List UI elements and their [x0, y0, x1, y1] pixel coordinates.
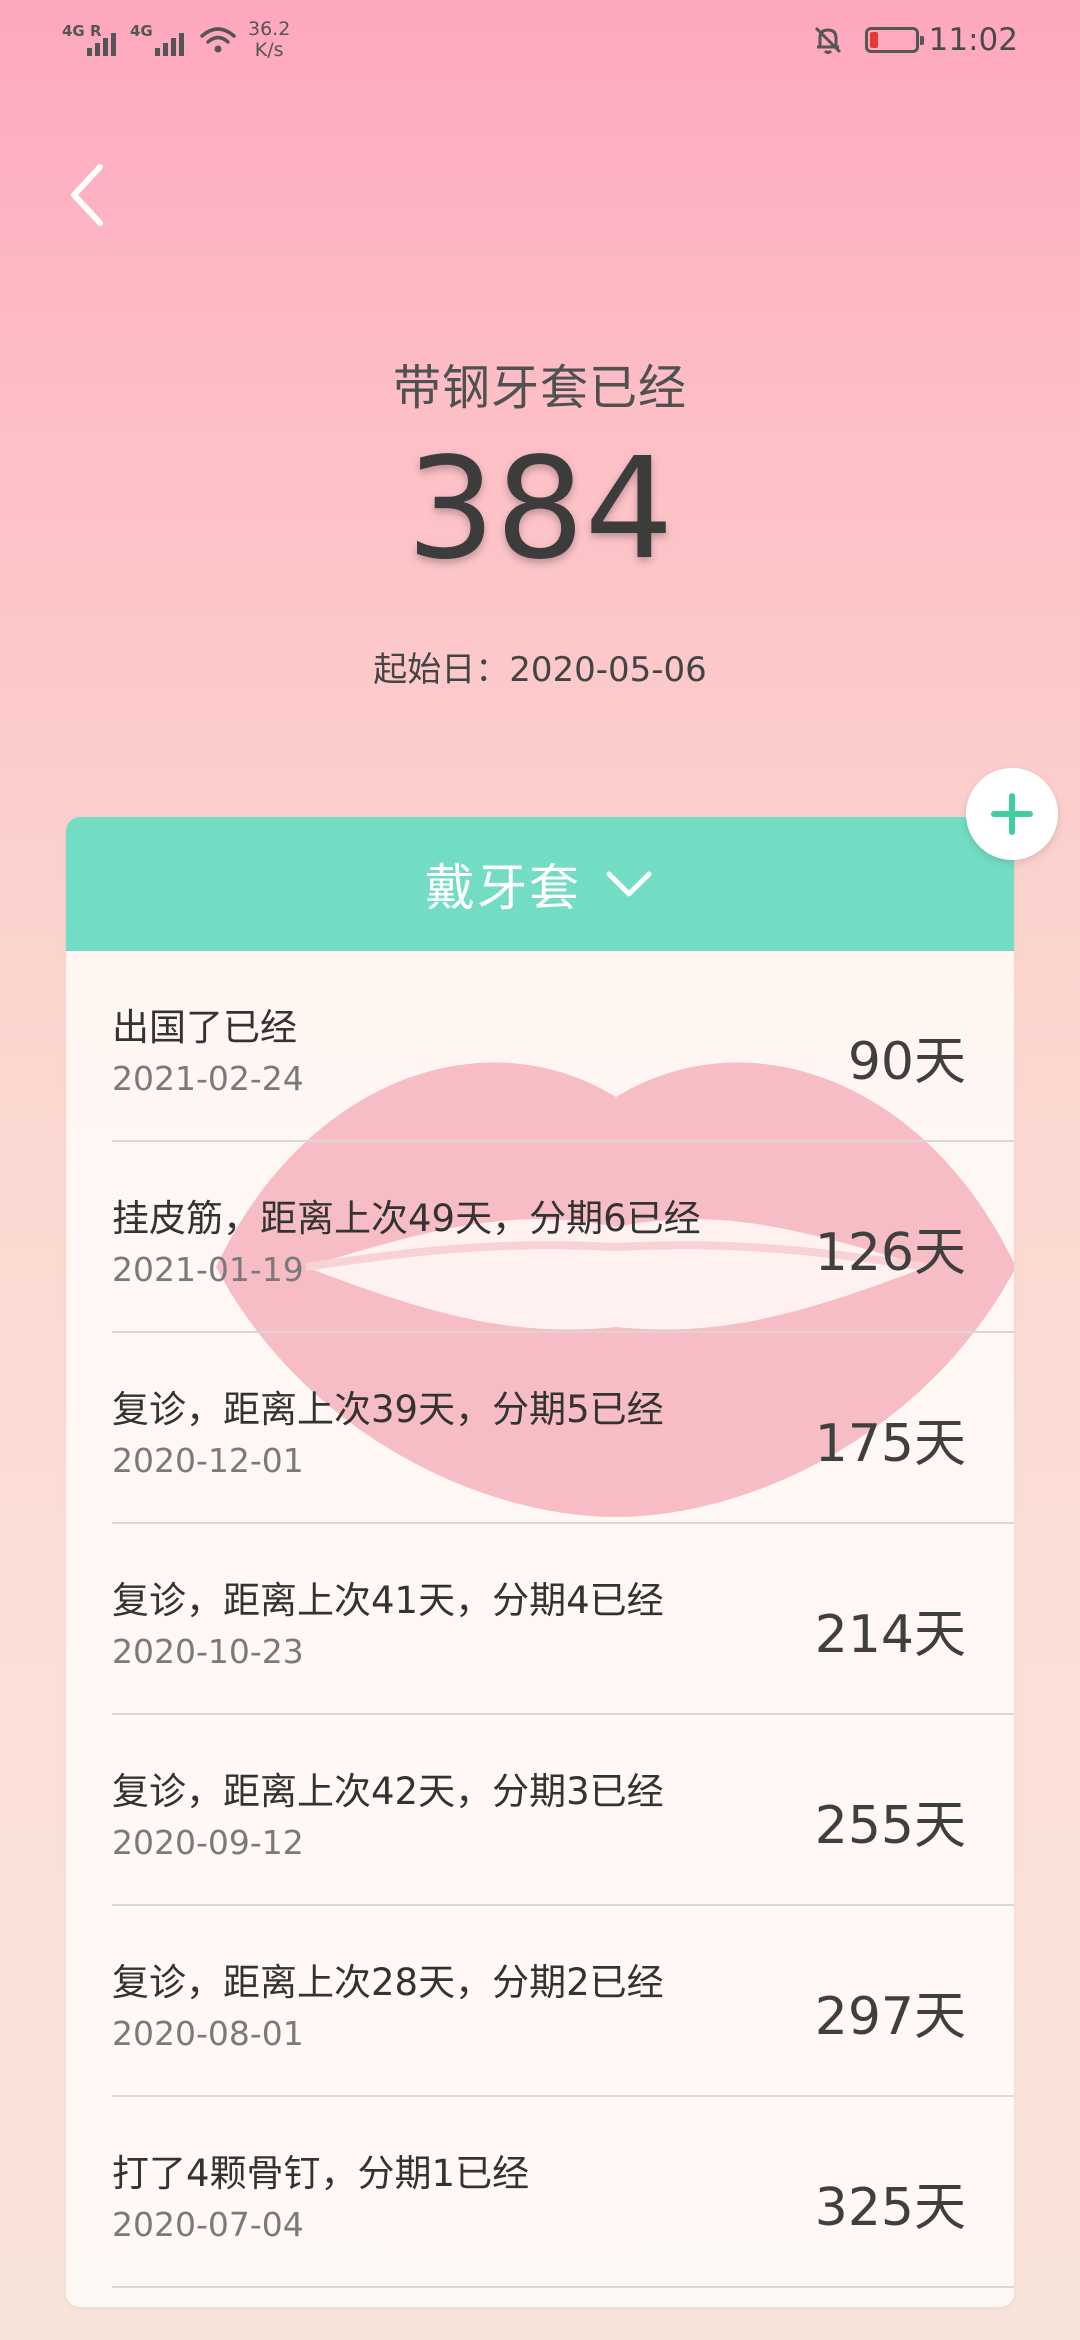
wifi-icon [200, 27, 236, 53]
status-right: 11:02 [811, 16, 1018, 64]
plus-icon [991, 793, 1033, 835]
battery-icon [864, 27, 924, 53]
list-item[interactable]: 复诊，距离上次39天，分期5已经 2020-12-01 175天 [112, 1333, 1014, 1524]
item-title: 打了4颗骨钉，分期1已经 [112, 2152, 530, 2195]
add-button[interactable] [966, 768, 1058, 860]
cellular-signal-icon: 4G R [62, 20, 116, 60]
item-title: 复诊，距离上次28天，分期2已经 [112, 1961, 664, 2004]
back-button[interactable] [58, 155, 118, 235]
item-date: 2020-09-12 [112, 1823, 304, 1862]
item-date: 2020-12-01 [112, 1441, 304, 1480]
network-speed-value: 36.2 [248, 18, 291, 40]
battery-level [869, 32, 878, 48]
status-left: 4G R 4G 36.2 K/s [62, 16, 290, 64]
page-title: 带钢牙套已经 [392, 360, 687, 416]
category-selector[interactable]: 戴牙套 [66, 817, 1014, 951]
chevron-left-icon [71, 164, 103, 226]
network-type-label-2: 4G [130, 22, 153, 40]
list-item[interactable]: 出国了已经 2021-02-24 90天 [112, 951, 1014, 1142]
item-days: 175天 [814, 1414, 966, 1474]
item-days: 126天 [814, 1223, 966, 1283]
item-date: 2021-02-24 [112, 1059, 304, 1098]
start-date: 起始日：2020-05-06 [373, 650, 707, 690]
item-days: 297天 [814, 1987, 966, 2047]
item-date: 2021-01-19 [112, 1250, 304, 1289]
item-title: 复诊，距离上次42天，分期3已经 [112, 1770, 664, 1813]
item-days: 214天 [814, 1605, 966, 1665]
category-title: 戴牙套 [425, 859, 581, 917]
item-title: 挂皮筋，距离上次49天，分期6已经 [112, 1197, 701, 1240]
network-speed-unit: K/s [254, 39, 284, 61]
day-count: 384 [406, 428, 674, 591]
network-speed: 36.2 K/s [248, 19, 290, 61]
list-item[interactable]: 复诊，距离上次41天，分期4已经 2020-10-23 214天 [112, 1524, 1014, 1715]
list-item[interactable]: 挂皮筋，距离上次49天，分期6已经 2021-01-19 126天 [112, 1142, 1014, 1333]
list-item[interactable]: 打了4颗骨钉，分期1已经 2020-07-04 325天 [112, 2097, 1014, 2288]
cellular-signal-icon-2: 4G [130, 20, 184, 60]
list-item[interactable]: 复诊，距离上次28天，分期2已经 2020-08-01 297天 [112, 1906, 1014, 2097]
item-title: 复诊，距离上次41天，分期4已经 [112, 1579, 664, 1622]
item-title: 复诊，距离上次39天，分期5已经 [112, 1388, 664, 1431]
event-card: 戴牙套 出国了已经 2021-02-24 90天 挂皮筋，距离上次49天，分期6… [66, 817, 1014, 2307]
item-date: 2020-10-23 [112, 1632, 304, 1671]
item-date: 2020-08-01 [112, 2014, 304, 2053]
bell-muted-icon [814, 26, 841, 54]
item-date: 2020-07-04 [112, 2205, 304, 2244]
item-days: 255天 [814, 1796, 966, 1856]
clock: 11:02 [928, 22, 1018, 58]
status-bar: 4G R 4G 36.2 K/s 11:02 [0, 0, 1080, 72]
event-list: 出国了已经 2021-02-24 90天 挂皮筋，距离上次49天，分期6已经 2… [66, 951, 1014, 2288]
list-item[interactable]: 复诊，距离上次42天，分期3已经 2020-09-12 255天 [112, 1715, 1014, 1906]
item-days: 90天 [847, 1032, 966, 1092]
item-title: 出国了已经 [112, 1006, 297, 1049]
chevron-down-icon [606, 871, 652, 897]
item-days: 325天 [814, 2178, 966, 2238]
